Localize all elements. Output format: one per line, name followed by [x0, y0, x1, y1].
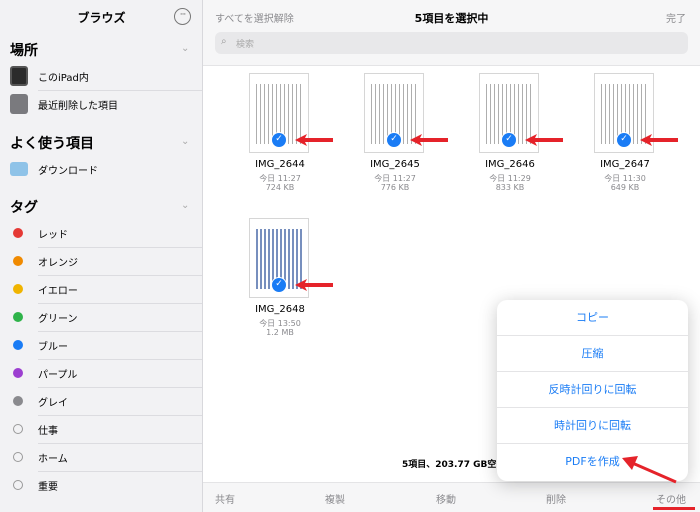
sidebar-title: ブラウズ — [77, 11, 126, 25]
file-size: 1.2 MB — [266, 328, 294, 337]
tag-color-dot-icon — [13, 312, 23, 322]
search-icon: ⌕ — [221, 36, 227, 47]
annotation-arrow-icon — [525, 134, 563, 146]
share-button[interactable]: 共有 — [215, 491, 235, 506]
sidebar-item-tag[interactable]: イエロー — [0, 275, 203, 303]
search-input[interactable]: ⌕ 検索 — [215, 32, 688, 54]
tag-color-dot-icon — [13, 424, 23, 434]
tag-color-dot-icon — [13, 284, 23, 294]
sidebar-item-tag[interactable]: オレンジ — [0, 247, 203, 275]
sidebar-item-label: グリーン — [38, 313, 78, 325]
sidebar-item-tag[interactable]: 重要 — [0, 471, 203, 499]
sidebar-item-label: イエロー — [38, 285, 78, 297]
sidebar-item-label: ダウンロード — [38, 165, 98, 177]
annotation-arrow-icon — [295, 279, 333, 291]
sidebar-item-tag[interactable]: ブルー — [0, 331, 203, 359]
more-button[interactable]: その他 — [656, 491, 686, 506]
duplicate-button[interactable]: 複製 — [325, 491, 345, 506]
sidebar-item-label: 重要 — [38, 481, 58, 493]
more-options-icon[interactable]: ··· — [174, 8, 191, 25]
sidebar-item-label: オレンジ — [38, 257, 78, 269]
annotation-arrow-icon — [410, 134, 448, 146]
checkmark-icon[interactable]: ✓ — [271, 132, 287, 148]
tag-color-dot-icon — [13, 396, 23, 406]
file-size: 776 KB — [380, 183, 410, 192]
search-placeholder: 検索 — [236, 40, 255, 50]
sidebar-item-tag[interactable]: ホーム — [0, 443, 203, 471]
tag-color-dot-icon — [13, 368, 23, 378]
sidebar-item-this-ipad[interactable]: このiPad内 — [0, 62, 203, 90]
menu-item-compress[interactable]: 圧縮 — [497, 336, 688, 372]
sidebar-item-label: このiPad内 — [38, 72, 89, 84]
sidebar-item-label: 最近削除した項目 — [38, 100, 118, 112]
file-name: IMG_2645 — [370, 159, 420, 170]
annotation-underline — [653, 507, 695, 510]
file-size: 724 KB — [265, 183, 295, 192]
sidebar-item-downloads[interactable]: ダウンロード — [0, 155, 203, 183]
file-size: 833 KB — [495, 183, 525, 192]
sidebar-item-label: レッド — [38, 229, 68, 241]
tags-heading[interactable]: タグ — [10, 197, 38, 217]
locations-heading[interactable]: 場所 — [10, 40, 38, 60]
annotation-arrow-icon — [622, 456, 677, 484]
tag-color-dot-icon — [13, 256, 23, 266]
selection-title: 5項目を選択中 — [414, 12, 489, 25]
menu-item-rotate-left[interactable]: 反時計回りに回転 — [497, 372, 688, 408]
tag-color-dot-icon — [13, 452, 23, 462]
top-bar: すべてを選択解除 5項目を選択中 完了 ⌕ 検索 — [203, 0, 700, 66]
sidebar-item-label: パープル — [38, 369, 78, 381]
checkmark-icon[interactable]: ✓ — [386, 132, 402, 148]
annotation-arrow-icon — [640, 134, 678, 146]
annotation-arrow-icon — [295, 134, 333, 146]
delete-button[interactable]: 削除 — [546, 491, 566, 506]
favorites-heading[interactable]: よく使う項目 — [10, 133, 94, 153]
checkmark-icon[interactable]: ✓ — [271, 277, 287, 293]
sidebar-item-label: グレイ — [38, 397, 68, 409]
sidebar-item-label: ブルー — [38, 341, 68, 353]
sidebar: ブラウズ ··· 場所 ⌄ このiPad内 最近削除した項目 よく使う項目 ⌄ … — [0, 0, 203, 512]
checkmark-icon[interactable]: ✓ — [501, 132, 517, 148]
ipad-icon — [10, 66, 28, 86]
chevron-down-icon[interactable]: ⌄ — [181, 200, 189, 211]
trash-icon — [10, 94, 28, 114]
sidebar-item-tag[interactable]: レッド — [0, 219, 203, 247]
sidebar-item-tag[interactable]: パープル — [0, 359, 203, 387]
chevron-down-icon[interactable]: ⌄ — [181, 136, 189, 147]
chevron-down-icon[interactable]: ⌄ — [181, 43, 189, 54]
folder-icon — [10, 162, 28, 176]
sidebar-item-tag[interactable]: グレイ — [0, 387, 203, 415]
checkmark-icon[interactable]: ✓ — [616, 132, 632, 148]
file-name: IMG_2646 — [485, 159, 535, 170]
tag-color-dot-icon — [13, 480, 23, 490]
tag-color-dot-icon — [13, 228, 23, 238]
file-name: IMG_2644 — [255, 159, 305, 170]
storage-status: 5項目、203.77 GB空き — [402, 460, 506, 470]
file-name: IMG_2648 — [255, 304, 305, 315]
menu-item-copy[interactable]: コピー — [497, 300, 688, 336]
menu-item-rotate-right[interactable]: 時計回りに回転 — [497, 408, 688, 444]
file-name: IMG_2647 — [600, 159, 650, 170]
move-button[interactable]: 移動 — [436, 491, 456, 506]
file-size: 649 KB — [610, 183, 640, 192]
sidebar-item-tag[interactable]: 仕事 — [0, 415, 203, 443]
bottom-toolbar: 共有 複製 移動 削除 その他 — [203, 482, 700, 512]
tag-color-dot-icon — [13, 340, 23, 350]
sidebar-item-label: ホーム — [38, 453, 68, 465]
sidebar-item-label: 仕事 — [38, 425, 58, 437]
done-button[interactable]: 完了 — [666, 10, 686, 25]
sidebar-item-tag[interactable]: グリーン — [0, 303, 203, 331]
sidebar-item-recently-deleted[interactable]: 最近削除した項目 — [0, 90, 203, 118]
